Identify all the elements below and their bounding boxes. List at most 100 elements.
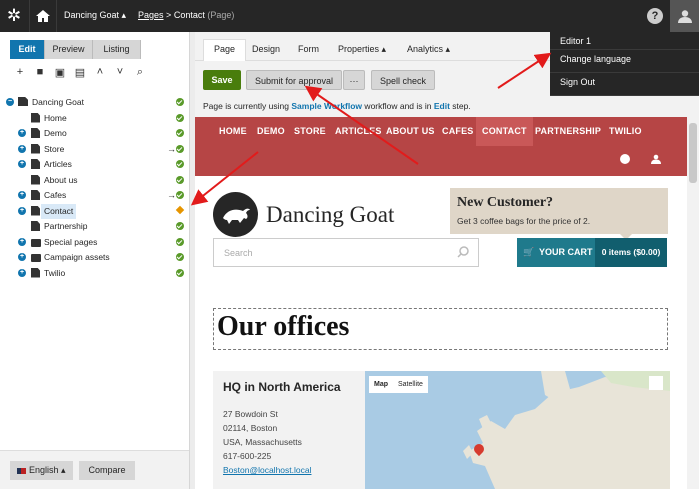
add-icon[interactable]: +	[10, 66, 30, 79]
page-icon	[31, 267, 40, 278]
tab-page[interactable]: Page	[203, 39, 247, 61]
tree-item-home[interactable]: Home	[4, 111, 190, 127]
office-title: HQ in North America	[223, 380, 341, 394]
published-icon	[176, 222, 184, 230]
tree-item-articles[interactable]: + Articles	[4, 157, 190, 173]
published-icon	[176, 253, 184, 261]
nav-partnership[interactable]: PARTNERSHIP	[535, 126, 601, 136]
page-icon	[31, 143, 40, 154]
map-type-toggle: Map Satellite	[369, 376, 428, 393]
tree-item-dancing-goat[interactable]: − Dancing Goat	[4, 95, 190, 111]
submit-for-approval-button[interactable]: Submit for approval	[246, 70, 342, 90]
collapse-icon[interactable]: −	[6, 98, 14, 106]
published-icon	[176, 191, 184, 199]
site-selector[interactable]: Dancing Goat ▴	[64, 10, 126, 21]
tab-analytics[interactable]: Analytics ▴	[407, 44, 450, 55]
tree-item-special-pages[interactable]: + Special pages	[4, 235, 190, 251]
spell-check-button[interactable]: Spell check	[371, 70, 435, 90]
search-icon[interactable]	[457, 246, 469, 258]
published-icon	[176, 113, 184, 122]
user-menu: Editor 1 Change language Sign Out	[550, 32, 699, 96]
language-selector[interactable]: English ▴	[10, 461, 73, 480]
page-icon	[31, 221, 40, 231]
help-icon[interactable]: ?	[647, 8, 663, 24]
brand-name: Dancing Goat	[266, 202, 395, 227]
top-bar: ✲ Dancing Goat ▴ Pages > Contact (Page) …	[0, 0, 699, 32]
tab-design[interactable]: Design	[252, 44, 280, 54]
tree-item-campaign-assets[interactable]: + Campaign assets	[4, 250, 190, 266]
expand-icon[interactable]: +	[18, 129, 26, 137]
user-menu-username[interactable]: Editor 1	[550, 32, 699, 50]
nav-twilio[interactable]: TWILIO	[609, 126, 642, 136]
globe-icon[interactable]	[620, 154, 630, 164]
editable-heading[interactable]: Our offices	[213, 308, 668, 350]
compare-button[interactable]: Compare	[79, 461, 135, 480]
nav-about-us[interactable]: ABOUT US	[386, 126, 435, 136]
tree-footer: English ▴ Compare	[0, 450, 189, 489]
expand-icon[interactable]: +	[18, 253, 26, 261]
copy-icon[interactable]: ▣	[50, 66, 70, 79]
expand-icon[interactable]: +	[18, 237, 26, 246]
save-button[interactable]: Save	[203, 70, 241, 90]
mode-edit[interactable]: Edit	[10, 40, 45, 59]
chevron-down-icon[interactable]: ˅	[110, 66, 130, 79]
move-icon[interactable]: ▤	[70, 66, 90, 79]
office-email-link[interactable]: Boston@localhost.local	[223, 465, 311, 475]
tree-item-about-us[interactable]: About us	[4, 173, 190, 189]
published-icon	[176, 237, 184, 246]
promo-text: Get 3 coffee bags for the price of 2.	[457, 216, 591, 226]
expand-icon[interactable]: +	[18, 206, 26, 215]
page-preview: HOME DEMO STORE ARTICLES ABOUT US CAFES …	[195, 117, 687, 489]
nav-contact[interactable]: CONTACT	[476, 117, 533, 146]
nav-store[interactable]: STORE	[294, 126, 326, 136]
tree-item-twilio[interactable]: + Twilio	[4, 266, 190, 282]
breadcrumb-pages[interactable]: Pages	[138, 10, 164, 20]
map-type-map[interactable]: Map	[369, 376, 393, 393]
nav-home[interactable]: HOME	[219, 126, 247, 136]
expand-icon[interactable]: +	[18, 144, 26, 153]
tab-properties[interactable]: Properties ▴	[338, 44, 386, 55]
goat-logo-icon[interactable]	[213, 192, 258, 237]
editor-area: Page Design Form Properties ▴ Analytics …	[195, 32, 699, 489]
kentico-logo-icon[interactable]: ✲	[0, 0, 28, 32]
tree-item-contact[interactable]: + Contact	[4, 203, 190, 220]
nav-articles[interactable]: ARTICLES	[335, 126, 382, 136]
cart-items[interactable]: 0 items ($0.00)	[595, 238, 667, 267]
tab-form[interactable]: Form	[298, 44, 319, 54]
nav-cafes[interactable]: CAFES	[442, 126, 474, 136]
more-actions-button[interactable]: ···	[343, 70, 365, 90]
tree-item-cafes[interactable]: + Cafes →	[4, 188, 190, 204]
tree-item-store[interactable]: + Store →	[4, 142, 190, 158]
delete-icon[interactable]: ■	[30, 66, 50, 79]
published-icon	[176, 144, 184, 153]
promo-box[interactable]: New Customer? Get 3 coffee bags for the …	[450, 188, 668, 240]
page-heading: Our offices	[217, 311, 350, 342]
page-icon	[31, 159, 40, 169]
site-search-input[interactable]: Search	[213, 238, 479, 267]
user-menu-sign-out[interactable]: Sign Out	[550, 73, 699, 96]
mode-preview[interactable]: Preview	[45, 40, 93, 59]
account-icon[interactable]	[651, 154, 661, 164]
cart-button[interactable]: 🛒 YOUR CART	[517, 238, 595, 267]
search-icon[interactable]: ⌕	[130, 66, 150, 79]
tree-item-partnership[interactable]: Partnership	[4, 219, 190, 235]
tree-item-demo[interactable]: + Demo	[4, 126, 190, 142]
workflow-link[interactable]: Sample Workflow	[291, 101, 362, 111]
user-menu-change-language[interactable]: Change language	[550, 50, 699, 73]
expand-icon[interactable]: +	[18, 160, 26, 168]
expand-icon[interactable]: +	[18, 191, 26, 199]
scroll-thumb[interactable]	[689, 123, 697, 183]
expand-icon[interactable]: +	[18, 268, 26, 277]
user-icon[interactable]	[670, 0, 699, 32]
mode-listing[interactable]: Listing	[93, 40, 141, 59]
chevron-up-icon[interactable]: ˄	[90, 66, 110, 79]
map[interactable]: Map Satellite	[365, 371, 670, 489]
mode-switch: Edit Preview Listing	[10, 40, 141, 60]
nav-demo[interactable]: DEMO	[257, 126, 285, 136]
home-icon[interactable]	[29, 0, 57, 32]
page-icon	[31, 205, 40, 216]
fullscreen-icon[interactable]	[649, 376, 663, 390]
content-tree: − Dancing Goat Home + Demo + Store → + A…	[4, 95, 190, 281]
preview-scrollbar[interactable]	[687, 117, 699, 489]
map-type-satellite[interactable]: Satellite	[393, 376, 428, 393]
